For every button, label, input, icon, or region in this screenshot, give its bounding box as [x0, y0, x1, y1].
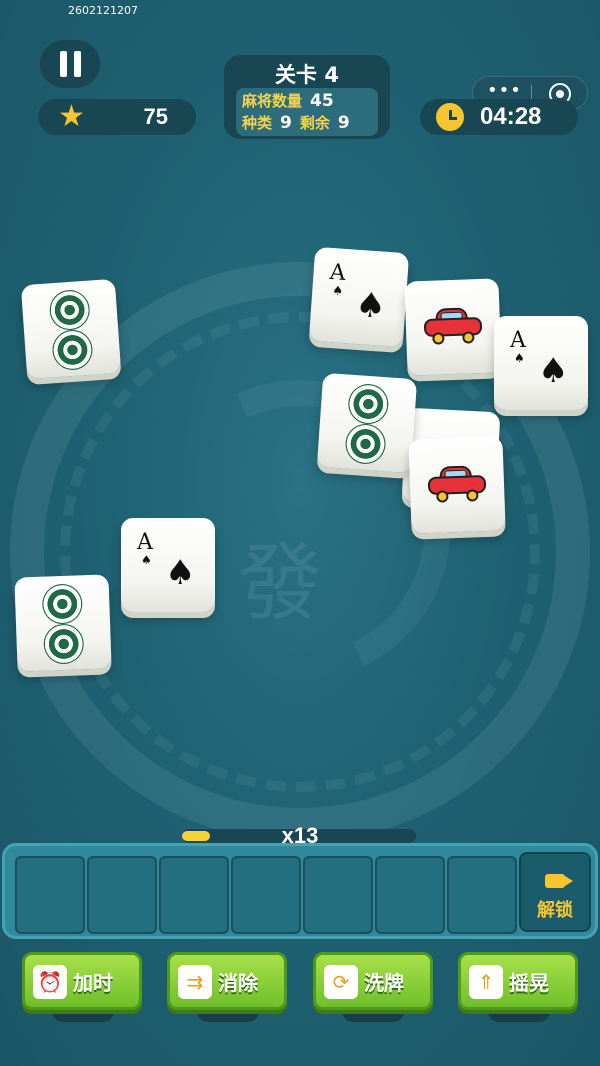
add-time-button[interactable]: ⏰ 加时: [22, 952, 142, 1010]
spade-icon: ♠: [354, 284, 388, 327]
shake-up-icon: ⇑: [469, 965, 503, 999]
clock-icon: [436, 103, 464, 131]
shake-label: 摇晃: [509, 971, 549, 995]
tile-count-line: 麻将数量 45: [242, 90, 334, 111]
star-score: ★ 75: [38, 99, 196, 135]
unlock-slot-button[interactable]: 解锁: [519, 852, 591, 932]
tray-slot: [375, 856, 445, 934]
circle-pip: [41, 583, 84, 625]
timer-text: 04:28: [480, 103, 542, 130]
video-icon: [545, 874, 573, 888]
timer: 04:28: [420, 99, 578, 135]
star-count: 75: [143, 104, 168, 129]
session-id: 2602121207: [68, 4, 138, 17]
tile-count-label: 麻将数量: [242, 92, 303, 110]
circle-pip: [48, 288, 92, 332]
tray-slot: [15, 856, 85, 934]
tile-car[interactable]: [408, 436, 506, 534]
level-title: 关卡 4: [275, 63, 339, 87]
tile-ace-spades[interactable]: A ♠ ♠: [494, 316, 588, 410]
car-icon: [427, 465, 487, 503]
tile-ace-spades[interactable]: A ♠ ♠: [308, 246, 410, 348]
tile-two-circles[interactable]: [14, 574, 112, 672]
spade-icon: ♠: [165, 553, 196, 593]
shuffle-label: 洗牌: [364, 971, 404, 995]
tile-ace-spades[interactable]: A ♠ ♠: [121, 518, 215, 612]
circle-pip: [344, 422, 387, 466]
remaining-value: 9: [337, 113, 350, 133]
tray-slot: [159, 856, 229, 934]
alarm-clock-icon: ⏰: [33, 965, 67, 999]
circle-pip: [51, 328, 94, 372]
circle-pip: [346, 382, 390, 426]
shake-button[interactable]: ⇑ 摇晃: [458, 952, 578, 1010]
pause-icon: [59, 51, 67, 77]
fa-character-watermark: 發: [237, 534, 322, 632]
tile-car[interactable]: [404, 278, 502, 376]
shuffle-button[interactable]: ⟳ 洗牌: [313, 952, 433, 1010]
tray-slot: [231, 856, 301, 934]
level-panel: 关卡 4 麻将数量 45 种类 9 剩余 9: [224, 55, 390, 139]
tray-slot: [447, 856, 517, 934]
level-stats: 麻将数量 45 种类 9 剩余 9: [236, 88, 378, 136]
kinds-label: 种类: [242, 114, 273, 132]
tray-slot: [303, 856, 373, 934]
star-icon: ★: [58, 99, 85, 134]
circle-pip: [43, 623, 85, 665]
remove-label: 消除: [218, 971, 258, 995]
remaining-label: 剩余: [299, 114, 330, 132]
tile-two-circles[interactable]: [316, 372, 418, 474]
tile-two-circles[interactable]: [20, 278, 122, 380]
remove-button[interactable]: ⇉ 消除: [167, 952, 287, 1010]
spade-icon: ♠: [538, 351, 569, 391]
add-time-label: 加时: [73, 971, 113, 995]
tray-slot: [87, 856, 157, 934]
shuffle-icon: ⟳: [324, 965, 358, 999]
tile-tray: 解锁: [2, 843, 598, 939]
tile-count-value: 45: [310, 91, 334, 111]
car-icon: [423, 307, 483, 345]
kinds-remaining-line: 种类 9 剩余 9: [242, 112, 350, 133]
clear-arrows-icon: ⇉: [178, 965, 212, 999]
kinds-value: 9: [280, 113, 292, 133]
pause-button[interactable]: [40, 40, 100, 88]
more-menu-icon[interactable]: •••: [487, 80, 522, 101]
unlock-label: 解锁: [537, 900, 573, 921]
